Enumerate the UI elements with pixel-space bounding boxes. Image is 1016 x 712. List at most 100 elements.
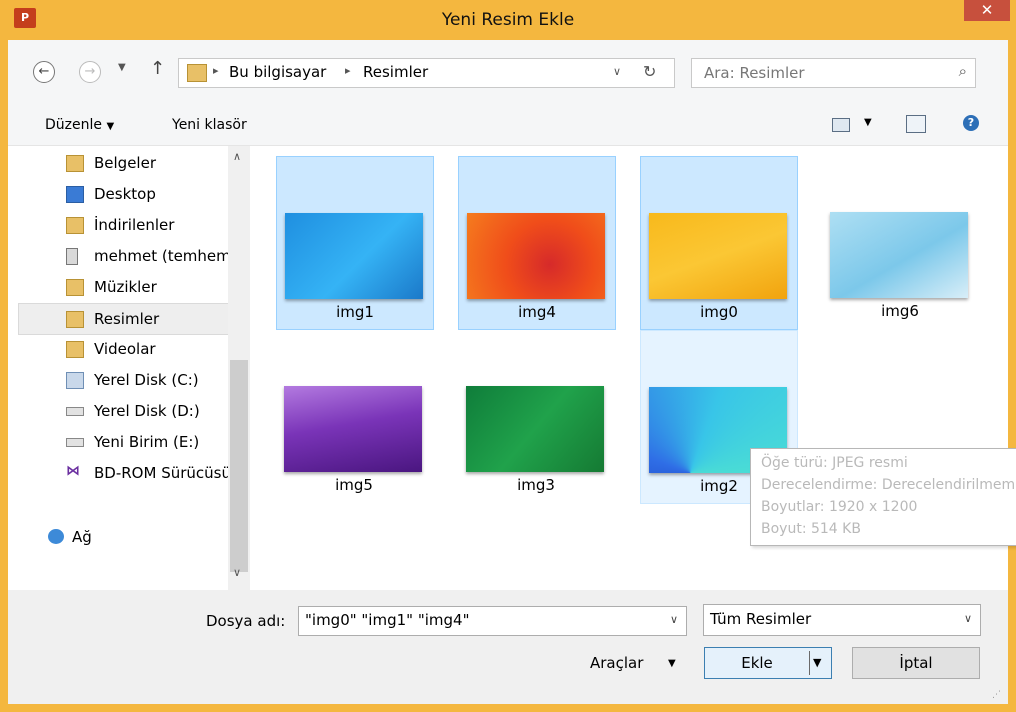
resize-grip-icon[interactable]: ⋰: [992, 690, 1001, 700]
filename-label: Dosya adı:: [206, 612, 286, 630]
nav-item-music[interactable]: Müzikler: [8, 272, 228, 302]
breadcrumb-separator-icon: ▸: [345, 64, 351, 77]
nav-item-label: İndirilenler: [94, 216, 175, 234]
close-button[interactable]: ✕: [964, 0, 1010, 21]
insert-label: Ekle: [741, 654, 773, 672]
nav-item-label: mehmet (temhem: [94, 247, 228, 265]
filename-input[interactable]: "img0" "img1" "img4" ∨: [298, 606, 687, 636]
chevron-down-icon: ∨: [963, 612, 972, 625]
pictures-folder-icon: [187, 64, 207, 82]
nav-item-documents[interactable]: Belgeler: [8, 148, 228, 178]
nav-item-label: Resimler: [94, 310, 160, 328]
split-divider: [809, 651, 810, 675]
drive-icon: [66, 438, 84, 447]
tools-chevron-down-icon[interactable]: ▼: [668, 658, 676, 669]
music-folder-icon: [66, 279, 84, 296]
nav-item-drive-d[interactable]: Yerel Disk (D:): [8, 396, 228, 426]
nav-item-label: BD-ROM Sürücüsü: [94, 464, 228, 482]
tools-button[interactable]: Araçlar: [590, 654, 643, 672]
nav-item-label: Müzikler: [94, 278, 157, 296]
tooltip-rating: Derecelendirme: Derecelendirilmemiş: [761, 477, 1016, 493]
tools-label: Araçlar: [590, 654, 644, 672]
nav-item-drive-c[interactable]: Yerel Disk (C:): [8, 365, 228, 395]
file-name: img0: [700, 303, 738, 321]
drive-icon: [66, 407, 84, 416]
insert-button[interactable]: Ekle ▼: [704, 647, 832, 679]
tooltip-dimensions: Boyutlar: 1920 x 1200: [761, 499, 918, 515]
recent-locations-chevron-icon[interactable]: ▼: [118, 62, 126, 73]
file-type-select[interactable]: Tüm Resimler ∨: [703, 604, 981, 636]
breadcrumb-this-pc[interactable]: Bu bilgisayar: [229, 63, 326, 81]
filename-value: "img0" "img1" "img4": [305, 611, 470, 629]
chevron-down-icon: ▼: [106, 121, 115, 132]
nav-item-bd-rom[interactable]: ⋈ BD-ROM Sürücüsü: [8, 458, 228, 488]
nav-item-desktop[interactable]: Desktop: [8, 179, 228, 209]
videos-folder-icon: [66, 341, 84, 358]
nav-item-label: Yerel Disk (C:): [94, 371, 199, 389]
file-name: img6: [881, 302, 919, 320]
file-tile[interactable]: img4: [458, 156, 616, 330]
thumbnail-image: [285, 213, 423, 299]
new-folder-button[interactable]: Yeni klasör: [172, 117, 247, 133]
pictures-folder-icon: [66, 311, 84, 328]
search-icon[interactable]: ⌕: [959, 62, 967, 80]
address-dropdown-icon[interactable]: ∨: [613, 65, 621, 78]
tooltip-type: Öğe türü: JPEG resmi: [761, 455, 908, 471]
window-title: Yeni Resim Ekle: [441, 10, 575, 30]
nav-item-label: Yerel Disk (D:): [94, 402, 200, 420]
refresh-icon[interactable]: ↻: [643, 62, 656, 81]
nav-scrollbar-thumb[interactable]: [230, 360, 248, 572]
file-tile[interactable]: img0: [640, 156, 798, 330]
file-name: img5: [335, 476, 373, 494]
up-arrow-icon[interactable]: ↑: [150, 58, 165, 79]
file-tile[interactable]: img5: [276, 330, 432, 502]
nav-item-label: Videolar: [94, 340, 156, 358]
desktop-folder-icon: [66, 186, 84, 203]
nav-item-downloads[interactable]: İndirilenler: [8, 210, 228, 240]
nav-item-label: Desktop: [94, 185, 156, 203]
organize-button[interactable]: Düzenle ▼: [45, 117, 114, 133]
breadcrumb-pictures[interactable]: Resimler: [363, 63, 428, 81]
scroll-up-icon[interactable]: ∧: [233, 150, 241, 163]
navigation-pane: Belgeler Desktop İndirilenler mehmet (te…: [8, 146, 251, 590]
file-info-tooltip: Öğe türü: JPEG resmi Derecelendirme: Der…: [750, 448, 1016, 546]
forward-button[interactable]: →: [79, 61, 101, 83]
nav-item-label: Yeni Birim (E:): [94, 433, 200, 451]
command-bar: [8, 107, 1008, 146]
documents-folder-icon: [66, 155, 84, 172]
thumbnail-image: [466, 386, 604, 472]
file-tile[interactable]: img6: [822, 156, 978, 328]
thumbnail-image: [467, 213, 605, 299]
insert-options-chevron-icon[interactable]: ▼: [813, 648, 821, 678]
nav-item-pictures[interactable]: Resimler: [18, 303, 232, 335]
back-button[interactable]: ←: [33, 61, 55, 83]
file-tile[interactable]: img3: [458, 330, 614, 502]
bd-rom-icon: ⋈: [66, 463, 80, 479]
network-icon: [48, 529, 64, 544]
view-chevron-down-icon[interactable]: ▼: [864, 117, 872, 128]
filename-dropdown-icon[interactable]: ∨: [670, 613, 678, 626]
nav-item-network[interactable]: Ağ: [8, 522, 228, 552]
address-bar[interactable]: ▸ Bu bilgisayar ▸ Resimler ∨ ↻: [178, 58, 675, 88]
help-icon[interactable]: ?: [963, 115, 979, 131]
thumbnail-image: [830, 212, 968, 298]
search-placeholder: Ara: Resimler: [704, 64, 805, 82]
nav-item-drive-e[interactable]: Yeni Birim (E:): [8, 427, 228, 457]
downloads-folder-icon: [66, 217, 84, 234]
nav-item-label: Ağ: [72, 528, 92, 546]
nav-item-videos[interactable]: Videolar: [8, 334, 228, 364]
nav-item-network-drive[interactable]: mehmet (temhem: [8, 241, 228, 271]
view-options-icon[interactable]: [832, 118, 850, 132]
network-drive-icon: [66, 248, 78, 265]
organize-label: Düzenle: [45, 117, 102, 133]
preview-pane-icon[interactable]: [906, 115, 926, 133]
tooltip-size: Boyut: 514 KB: [761, 521, 861, 537]
search-input[interactable]: Ara: Resimler ⌕: [691, 58, 976, 88]
cancel-button[interactable]: İptal: [852, 647, 980, 679]
scroll-down-icon[interactable]: ∨: [233, 566, 241, 579]
breadcrumb-separator-icon: ▸: [213, 64, 219, 77]
file-name: img3: [517, 476, 555, 494]
system-drive-icon: [66, 372, 84, 389]
thumbnail-image: [649, 213, 787, 299]
file-tile[interactable]: img1: [276, 156, 434, 330]
